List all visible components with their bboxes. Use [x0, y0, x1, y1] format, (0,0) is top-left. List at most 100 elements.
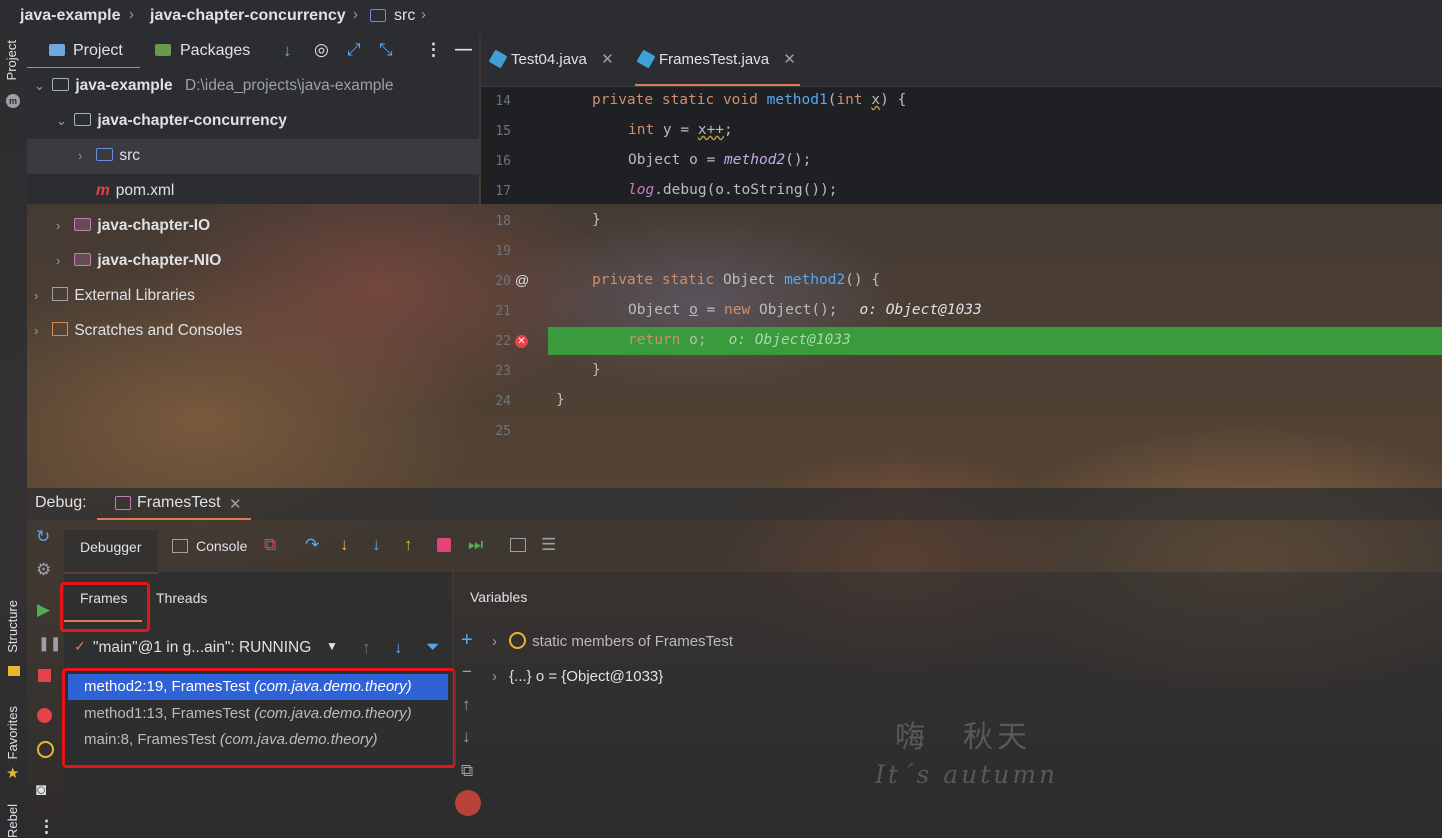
scratches-icon [52, 322, 69, 336]
copy-icon[interactable]: ⧉ [461, 761, 473, 781]
more-options-icon[interactable]: ⋮ [38, 817, 55, 837]
breakpoint-icon[interactable]: ✕ [515, 335, 528, 348]
expand-all-icon[interactable]: ⤢ [347, 40, 361, 60]
star-icon: ★ [6, 765, 20, 782]
debug-toolwindow-header: Debug: FramesTest ✕ [27, 488, 1442, 520]
tree-item-java-chapter-nio[interactable]: › java-chapter-NIO [56, 244, 221, 278]
stop-icon[interactable] [38, 669, 51, 682]
line-number: 19 [495, 244, 511, 259]
structure-icon [8, 666, 20, 676]
variable-row[interactable]: › static members of FramesTest [492, 632, 733, 652]
move-down-icon[interactable]: ↓ [462, 727, 471, 747]
debug-label: Debug: [35, 494, 87, 511]
project-toolbar: Project Packages ↓ ◎ ⤢ ⤡ ⋮ — [27, 34, 479, 69]
line-number: 24 [495, 394, 511, 409]
chevron-right-icon: › [492, 633, 497, 650]
target-icon[interactable]: ◎ [314, 40, 329, 60]
settings-icon[interactable]: ⚙ [36, 560, 51, 580]
rebel-tool-label[interactable]: Rebel [5, 804, 20, 838]
module-folder-icon [74, 218, 92, 231]
rerun-icon[interactable]: ↻ [36, 527, 50, 547]
add-watch-icon[interactable]: + [461, 630, 473, 650]
pause-icon[interactable]: ❚❚ [38, 633, 61, 653]
source-folder-icon [96, 148, 114, 161]
tab-test04[interactable]: Test04.java ✕ [488, 43, 614, 77]
tab-debug-session[interactable]: FramesTest ✕ [97, 488, 251, 520]
library-icon [52, 287, 69, 301]
tree-item-java-chapter-concurrency[interactable]: ⌄ java-chapter-concurrency [56, 104, 287, 138]
tree-item-src[interactable]: › src [78, 139, 140, 173]
tree-item-scratches[interactable]: › Scratches and Consoles [34, 314, 242, 348]
project-icon [49, 44, 65, 56]
drop-frame-icon[interactable] [437, 538, 451, 552]
view-breakpoints-icon[interactable] [37, 708, 52, 723]
variables-title: Variables [470, 589, 528, 605]
breadcrumb-item[interactable]: java-chapter-concurrency [150, 7, 346, 25]
trace-icon[interactable]: ☰ [541, 535, 556, 555]
tab-framestest[interactable]: FramesTest.java ✕ [635, 43, 800, 86]
packages-icon [155, 44, 171, 56]
show-execution-point-icon[interactable]: ⧉ [264, 535, 276, 555]
tree-item-java-chapter-io[interactable]: › java-chapter-IO [56, 209, 210, 243]
folder-icon [52, 78, 70, 91]
tab-packages[interactable]: Packages [155, 34, 265, 68]
left-tool-strip: Project m Structure Favorites ★ Rebel [0, 34, 27, 838]
line-number: 25 [495, 424, 511, 439]
camera-icon[interactable]: ◙ [36, 780, 46, 800]
inline-value-hint: o: Object@1033 [859, 302, 982, 318]
scroll-from-source-icon[interactable]: ↓ [283, 41, 292, 61]
watermark-subtitle: It´s autumn [875, 760, 1059, 789]
line-number: 17 [495, 184, 511, 199]
code-line-23: } [592, 362, 601, 378]
collapse-all-icon[interactable]: ⤡ [379, 40, 393, 60]
tree-item-pom[interactable]: m pom.xml [96, 174, 174, 208]
hide-panel-icon[interactable]: — [455, 39, 472, 59]
variable-row[interactable]: › {...} o = {Object@1033} [492, 668, 663, 688]
maven-icon[interactable]: m [6, 94, 20, 108]
resume-icon[interactable]: ▶ [37, 600, 50, 620]
java-class-icon [488, 49, 508, 69]
static-icon [509, 632, 527, 649]
highlight-box-frames-list [62, 668, 456, 768]
jrebel-icon[interactable] [455, 790, 481, 816]
filter-icon[interactable]: ⏷ [426, 637, 440, 657]
run-to-cursor-icon[interactable]: ⏭ [468, 535, 483, 555]
code-line-16: Object o = method2(); [628, 152, 812, 168]
editor-tabs: Test04.java ✕ FramesTest.java ✕ [481, 34, 1442, 87]
project-tool-label[interactable]: Project [4, 40, 19, 80]
breadcrumb-item[interactable]: src [394, 7, 415, 25]
code-line-15: int y = x++; [628, 122, 733, 138]
favorites-tool-label[interactable]: Favorites [5, 706, 20, 759]
close-icon[interactable]: ✕ [783, 51, 796, 68]
tree-item-external-libraries[interactable]: › External Libraries [34, 279, 195, 313]
structure-tool-label[interactable]: Structure [5, 600, 20, 653]
force-step-into-icon[interactable]: ↓ [372, 535, 381, 555]
code-line-20: private static Object method2() { [592, 272, 881, 288]
chevron-down-icon: ⌄ [56, 113, 67, 128]
chevron-down-icon: ⌄ [34, 78, 45, 93]
variables-pane [454, 572, 1442, 838]
next-frame-icon[interactable]: ↓ [394, 638, 403, 658]
step-over-icon[interactable]: ↷ [305, 535, 319, 555]
move-up-icon[interactable]: ↑ [462, 695, 471, 715]
chevron-right-icon: › [56, 218, 61, 233]
tab-threads[interactable]: Threads [156, 590, 207, 607]
close-icon[interactable]: ✕ [229, 495, 242, 513]
close-icon[interactable]: ✕ [601, 51, 614, 68]
remove-watch-icon[interactable]: − [462, 662, 472, 682]
previous-frame-icon[interactable]: ↑ [362, 638, 371, 658]
step-out-icon[interactable]: ↑ [404, 535, 413, 555]
override-marker-icon[interactable]: @ [515, 272, 529, 288]
tree-item-java-example[interactable]: ⌄ java-example D:\idea_projects\java-exa… [34, 69, 394, 103]
evaluate-expression-icon[interactable] [510, 538, 526, 552]
console-icon [172, 539, 188, 553]
tab-project[interactable]: Project [27, 34, 140, 69]
chevron-right-icon: › [421, 6, 426, 23]
more-options-icon[interactable]: ⋮ [425, 40, 442, 60]
line-number: 15 [495, 124, 511, 139]
tab-debugger[interactable]: Debugger [64, 530, 158, 574]
step-into-icon[interactable]: ↓ [340, 535, 349, 555]
breadcrumb-item[interactable]: java-example [20, 7, 121, 25]
thread-selector[interactable]: ✓ "main"@1 in g...ain": RUNNING ▼ [72, 638, 352, 660]
mute-breakpoints-icon[interactable] [37, 741, 54, 758]
